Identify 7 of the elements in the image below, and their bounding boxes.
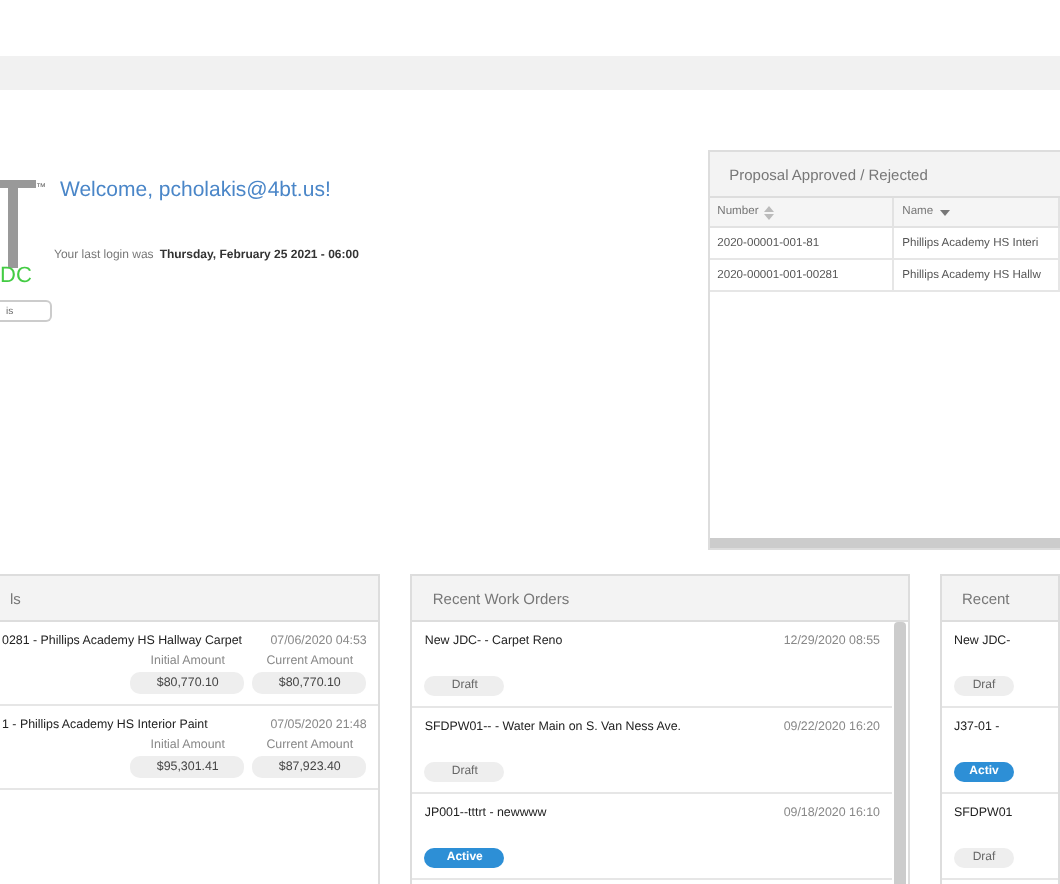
logo-text: DC bbox=[0, 264, 34, 288]
sort-descending-icon[interactable] bbox=[939, 209, 950, 215]
sort-icon[interactable] bbox=[764, 205, 775, 219]
logo-letter-drawing bbox=[0, 174, 36, 268]
welcome-message: Welcome, pcholakis@4bt.us! bbox=[60, 178, 333, 202]
vertical-scrollbar[interactable] bbox=[894, 622, 906, 884]
horizontal-scrollbar[interactable] bbox=[709, 538, 1060, 548]
